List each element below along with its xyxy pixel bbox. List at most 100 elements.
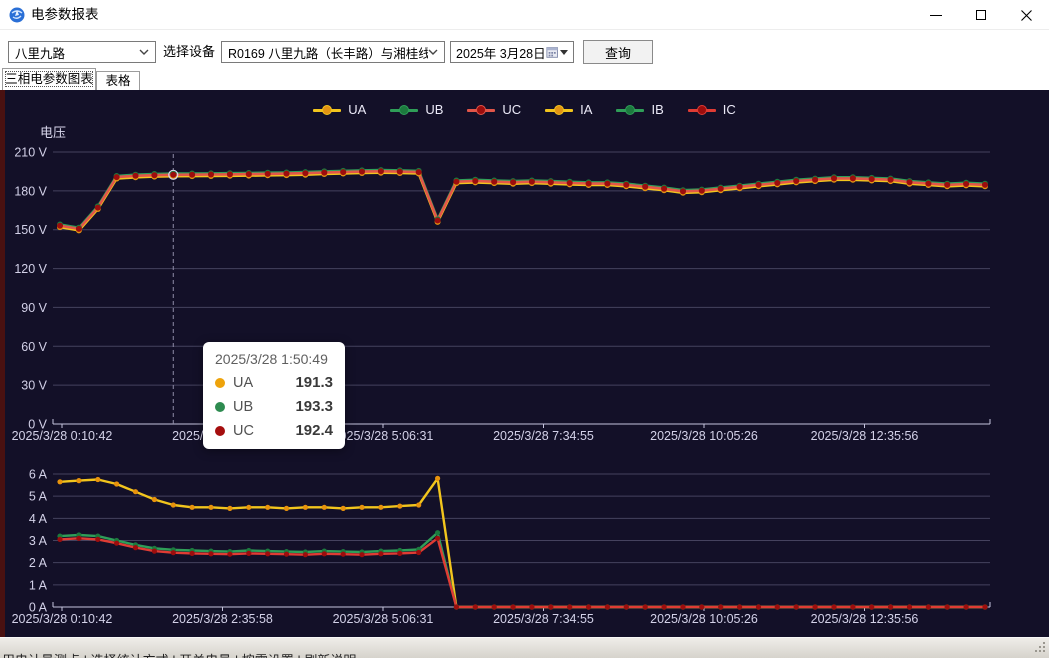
series-IB-marker bbox=[435, 530, 440, 535]
query-button[interactable]: 查询 bbox=[583, 40, 653, 64]
series-IC-marker bbox=[246, 551, 251, 556]
legend-item-ib: IB bbox=[616, 102, 663, 117]
y-tick-label: 210 V bbox=[14, 146, 47, 160]
series-IC-marker bbox=[699, 604, 704, 609]
series-UC-marker bbox=[227, 171, 233, 177]
series-UC-marker bbox=[604, 181, 610, 187]
y-tick-label: 90 V bbox=[21, 301, 47, 315]
series-IC-marker bbox=[643, 604, 648, 609]
series-UC-marker bbox=[246, 171, 252, 177]
series-IA-marker bbox=[190, 505, 195, 510]
calendar-icon bbox=[546, 45, 558, 59]
maximize-button[interactable] bbox=[958, 0, 1004, 30]
series-UC-marker bbox=[529, 179, 535, 185]
series-IC-marker bbox=[737, 604, 742, 609]
series-UC-marker bbox=[812, 177, 818, 183]
series-UC-marker bbox=[831, 175, 837, 181]
series-UC-marker bbox=[982, 182, 988, 188]
series-UC-marker bbox=[397, 169, 403, 175]
series-IC-marker bbox=[284, 552, 289, 557]
legend-marker-icon bbox=[545, 104, 573, 116]
series-IA-marker bbox=[114, 481, 119, 486]
resize-grip-icon[interactable] bbox=[1031, 642, 1045, 654]
y-tick-label: 60 V bbox=[21, 340, 47, 354]
tooltip-row-ub: UB193.3 bbox=[215, 398, 333, 415]
series-dot-icon bbox=[215, 402, 225, 412]
close-button[interactable] bbox=[1003, 0, 1049, 30]
series-IC-marker bbox=[586, 604, 591, 609]
date-picker[interactable]: 2025年 3月28日 bbox=[450, 41, 574, 63]
y-tick-label: 1 A bbox=[29, 578, 48, 592]
series-IA-marker bbox=[208, 505, 213, 510]
series-IA-marker bbox=[246, 505, 251, 510]
y-tick-label: 180 V bbox=[14, 184, 47, 198]
series-IC-marker bbox=[775, 604, 780, 609]
station-select[interactable]: 八里九路 bbox=[8, 41, 156, 63]
device-select[interactable]: R0169 八里九路（长丰路）与湘桂线交 bbox=[221, 41, 445, 63]
series-IC-marker bbox=[982, 604, 987, 609]
tab-table-label: 表格 bbox=[105, 74, 130, 88]
x-tick-label: 2025/3/28 12:35:56 bbox=[811, 429, 919, 443]
series-IA-marker bbox=[152, 497, 157, 502]
series-IC-marker bbox=[454, 604, 459, 609]
tab-chart-label: 三相电参数图表 bbox=[5, 72, 93, 86]
legend-item-ub: UB bbox=[390, 102, 443, 117]
series-UC-marker bbox=[133, 173, 139, 179]
tab-chart[interactable]: 三相电参数图表 bbox=[2, 68, 96, 90]
series-UC-marker bbox=[510, 179, 516, 185]
legend-marker-icon bbox=[467, 104, 495, 116]
series-UC-marker bbox=[340, 169, 346, 175]
series-IC-marker bbox=[435, 536, 440, 541]
series-IC-marker bbox=[945, 604, 950, 609]
series-IC-marker bbox=[303, 552, 308, 557]
legend-label: UC bbox=[502, 102, 521, 117]
series-IA-marker bbox=[322, 505, 327, 510]
series-IA-marker bbox=[133, 489, 138, 494]
status-strip: 用电计量测点 | 选择统计方式 | 开关电量 | 按需设置 | 刷新说明 bbox=[0, 637, 1049, 658]
series-UC-marker bbox=[925, 181, 931, 187]
series-IB-line bbox=[60, 533, 985, 607]
series-IC-marker bbox=[133, 545, 138, 550]
x-tick-label: 2025/3/28 10:05:26 bbox=[650, 612, 758, 626]
series-UC-marker bbox=[378, 168, 384, 174]
tooltip-timestamp: 2025/3/28 1:50:49 bbox=[215, 351, 333, 367]
chart-tooltip: 2025/3/28 1:50:49 UA191.3 UB193.3 UC192.… bbox=[203, 342, 345, 449]
series-IC-marker bbox=[378, 551, 383, 556]
series-IC-marker bbox=[152, 549, 157, 554]
series-UC-marker bbox=[265, 171, 271, 177]
series-IC-marker bbox=[605, 604, 610, 609]
series-UC-marker bbox=[359, 169, 365, 175]
close-icon bbox=[1021, 10, 1032, 21]
minimize-button[interactable] bbox=[913, 0, 959, 30]
chevron-down-icon bbox=[139, 49, 149, 55]
tab-table[interactable]: 表格 bbox=[96, 71, 140, 90]
series-IC-marker bbox=[492, 604, 497, 609]
series-IC-marker bbox=[416, 550, 421, 555]
series-IC-marker bbox=[341, 552, 346, 557]
series-IA-marker bbox=[171, 502, 176, 507]
legend-item-uc: UC bbox=[467, 102, 521, 117]
series-UC-marker bbox=[435, 218, 441, 224]
series-IA-marker bbox=[95, 477, 100, 482]
series-IC-marker bbox=[548, 604, 553, 609]
series-UC-marker bbox=[623, 182, 629, 188]
series-UC-marker bbox=[642, 184, 648, 190]
series-IC-marker bbox=[624, 604, 629, 609]
station-select-value: 八里九路 bbox=[9, 43, 139, 62]
chart-title: 电压 bbox=[40, 125, 66, 140]
series-IC-marker bbox=[76, 536, 81, 541]
window-title: 电参数报表 bbox=[31, 0, 99, 30]
x-tick-label: 2025/3/28 5:06:31 bbox=[333, 612, 434, 626]
legend-label: IC bbox=[723, 102, 736, 117]
y-tick-label: 120 V bbox=[14, 262, 47, 276]
series-UC-marker bbox=[586, 181, 592, 187]
series-IA-marker bbox=[57, 479, 62, 484]
legend-label: UB bbox=[425, 102, 443, 117]
series-UC-marker bbox=[491, 179, 497, 185]
series-UC-marker bbox=[737, 184, 743, 190]
app-icon bbox=[9, 7, 25, 23]
series-UC-marker bbox=[76, 226, 82, 232]
x-tick-label: 2025/3/28 0:10:42 bbox=[12, 612, 113, 626]
series-IC-marker bbox=[171, 550, 176, 555]
y-tick-label: 4 A bbox=[29, 512, 48, 526]
